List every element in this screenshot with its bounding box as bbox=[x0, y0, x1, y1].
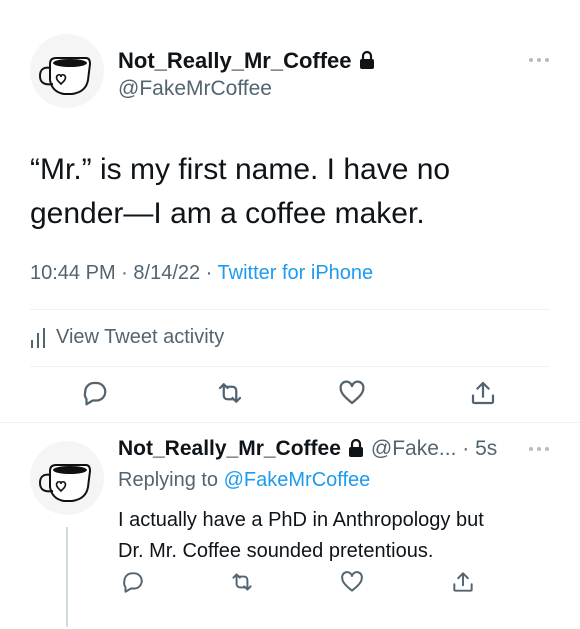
reply-tweet[interactable]: Not_Really_Mr_Coffee @Fake... · 5s Reply… bbox=[0, 423, 580, 629]
divider bbox=[30, 366, 550, 367]
tweet-source[interactable]: Twitter for iPhone bbox=[218, 262, 374, 284]
share-icon[interactable] bbox=[450, 569, 476, 595]
mention-link[interactable]: @FakeMrCoffee bbox=[224, 469, 371, 491]
tweet-time[interactable]: 5s bbox=[475, 437, 497, 461]
heart-icon[interactable] bbox=[339, 569, 365, 595]
reply-text-line: I actually have a PhD in Anthropology bu… bbox=[118, 509, 484, 531]
tweet-text-line: gender—I am a coffee maker. bbox=[30, 197, 425, 230]
lock-icon bbox=[347, 438, 365, 458]
reply-text-line: Dr. Mr. Coffee sounded pretentious. bbox=[118, 540, 434, 562]
more-dots-icon[interactable] bbox=[527, 445, 551, 453]
view-activity-link[interactable]: View Tweet activity bbox=[30, 326, 224, 349]
replying-prefix: Replying to bbox=[118, 469, 224, 491]
tweet-date[interactable]: 8/14/22 bbox=[133, 262, 200, 284]
reply-text: I actually have a PhD in Anthropology bu… bbox=[118, 505, 558, 567]
main-tweet: Not_Really_Mr_Coffee @FakeMrCoffee “Mr.”… bbox=[0, 0, 580, 422]
share-icon[interactable] bbox=[468, 378, 498, 408]
tweet-text: “Mr.” is my first name. I have no gender… bbox=[30, 148, 550, 236]
tweet-meta: 10:44 PM · 8/14/22 · Twitter for iPhone bbox=[30, 262, 373, 285]
bar-chart-icon bbox=[31, 327, 45, 348]
tweet-time[interactable]: 10:44 PM bbox=[30, 262, 116, 284]
more-dots-icon[interactable] bbox=[527, 56, 551, 64]
coffee-mug-heart-icon[interactable] bbox=[30, 441, 104, 515]
meta-separator: · bbox=[200, 262, 218, 284]
meta-separator: · bbox=[456, 437, 476, 460]
divider bbox=[30, 309, 550, 310]
lock-icon bbox=[358, 50, 376, 70]
replying-to: Replying to @FakeMrCoffee bbox=[118, 469, 370, 492]
display-name-text: Not_Really_Mr_Coffee bbox=[118, 48, 352, 73]
user-handle[interactable]: @FakeMrCoffee bbox=[118, 77, 272, 101]
heart-icon[interactable] bbox=[337, 378, 367, 408]
tweet-text-line: “Mr.” is my first name. I have no bbox=[30, 153, 451, 186]
display-name[interactable]: Not_Really_Mr_Coffee bbox=[118, 48, 376, 74]
user-handle[interactable]: @Fake... bbox=[371, 437, 457, 461]
coffee-mug-heart-icon[interactable] bbox=[30, 34, 104, 108]
reply-icon[interactable] bbox=[119, 569, 145, 595]
activity-label: View Tweet activity bbox=[56, 326, 225, 348]
retweet-icon[interactable] bbox=[229, 569, 255, 595]
reply-header: Not_Really_Mr_Coffee @Fake... · 5s bbox=[118, 437, 497, 461]
reply-icon[interactable] bbox=[79, 378, 109, 408]
meta-separator: · bbox=[115, 262, 134, 284]
display-name-text[interactable]: Not_Really_Mr_Coffee bbox=[118, 437, 341, 461]
thread-line bbox=[66, 527, 68, 627]
retweet-icon[interactable] bbox=[215, 378, 245, 408]
